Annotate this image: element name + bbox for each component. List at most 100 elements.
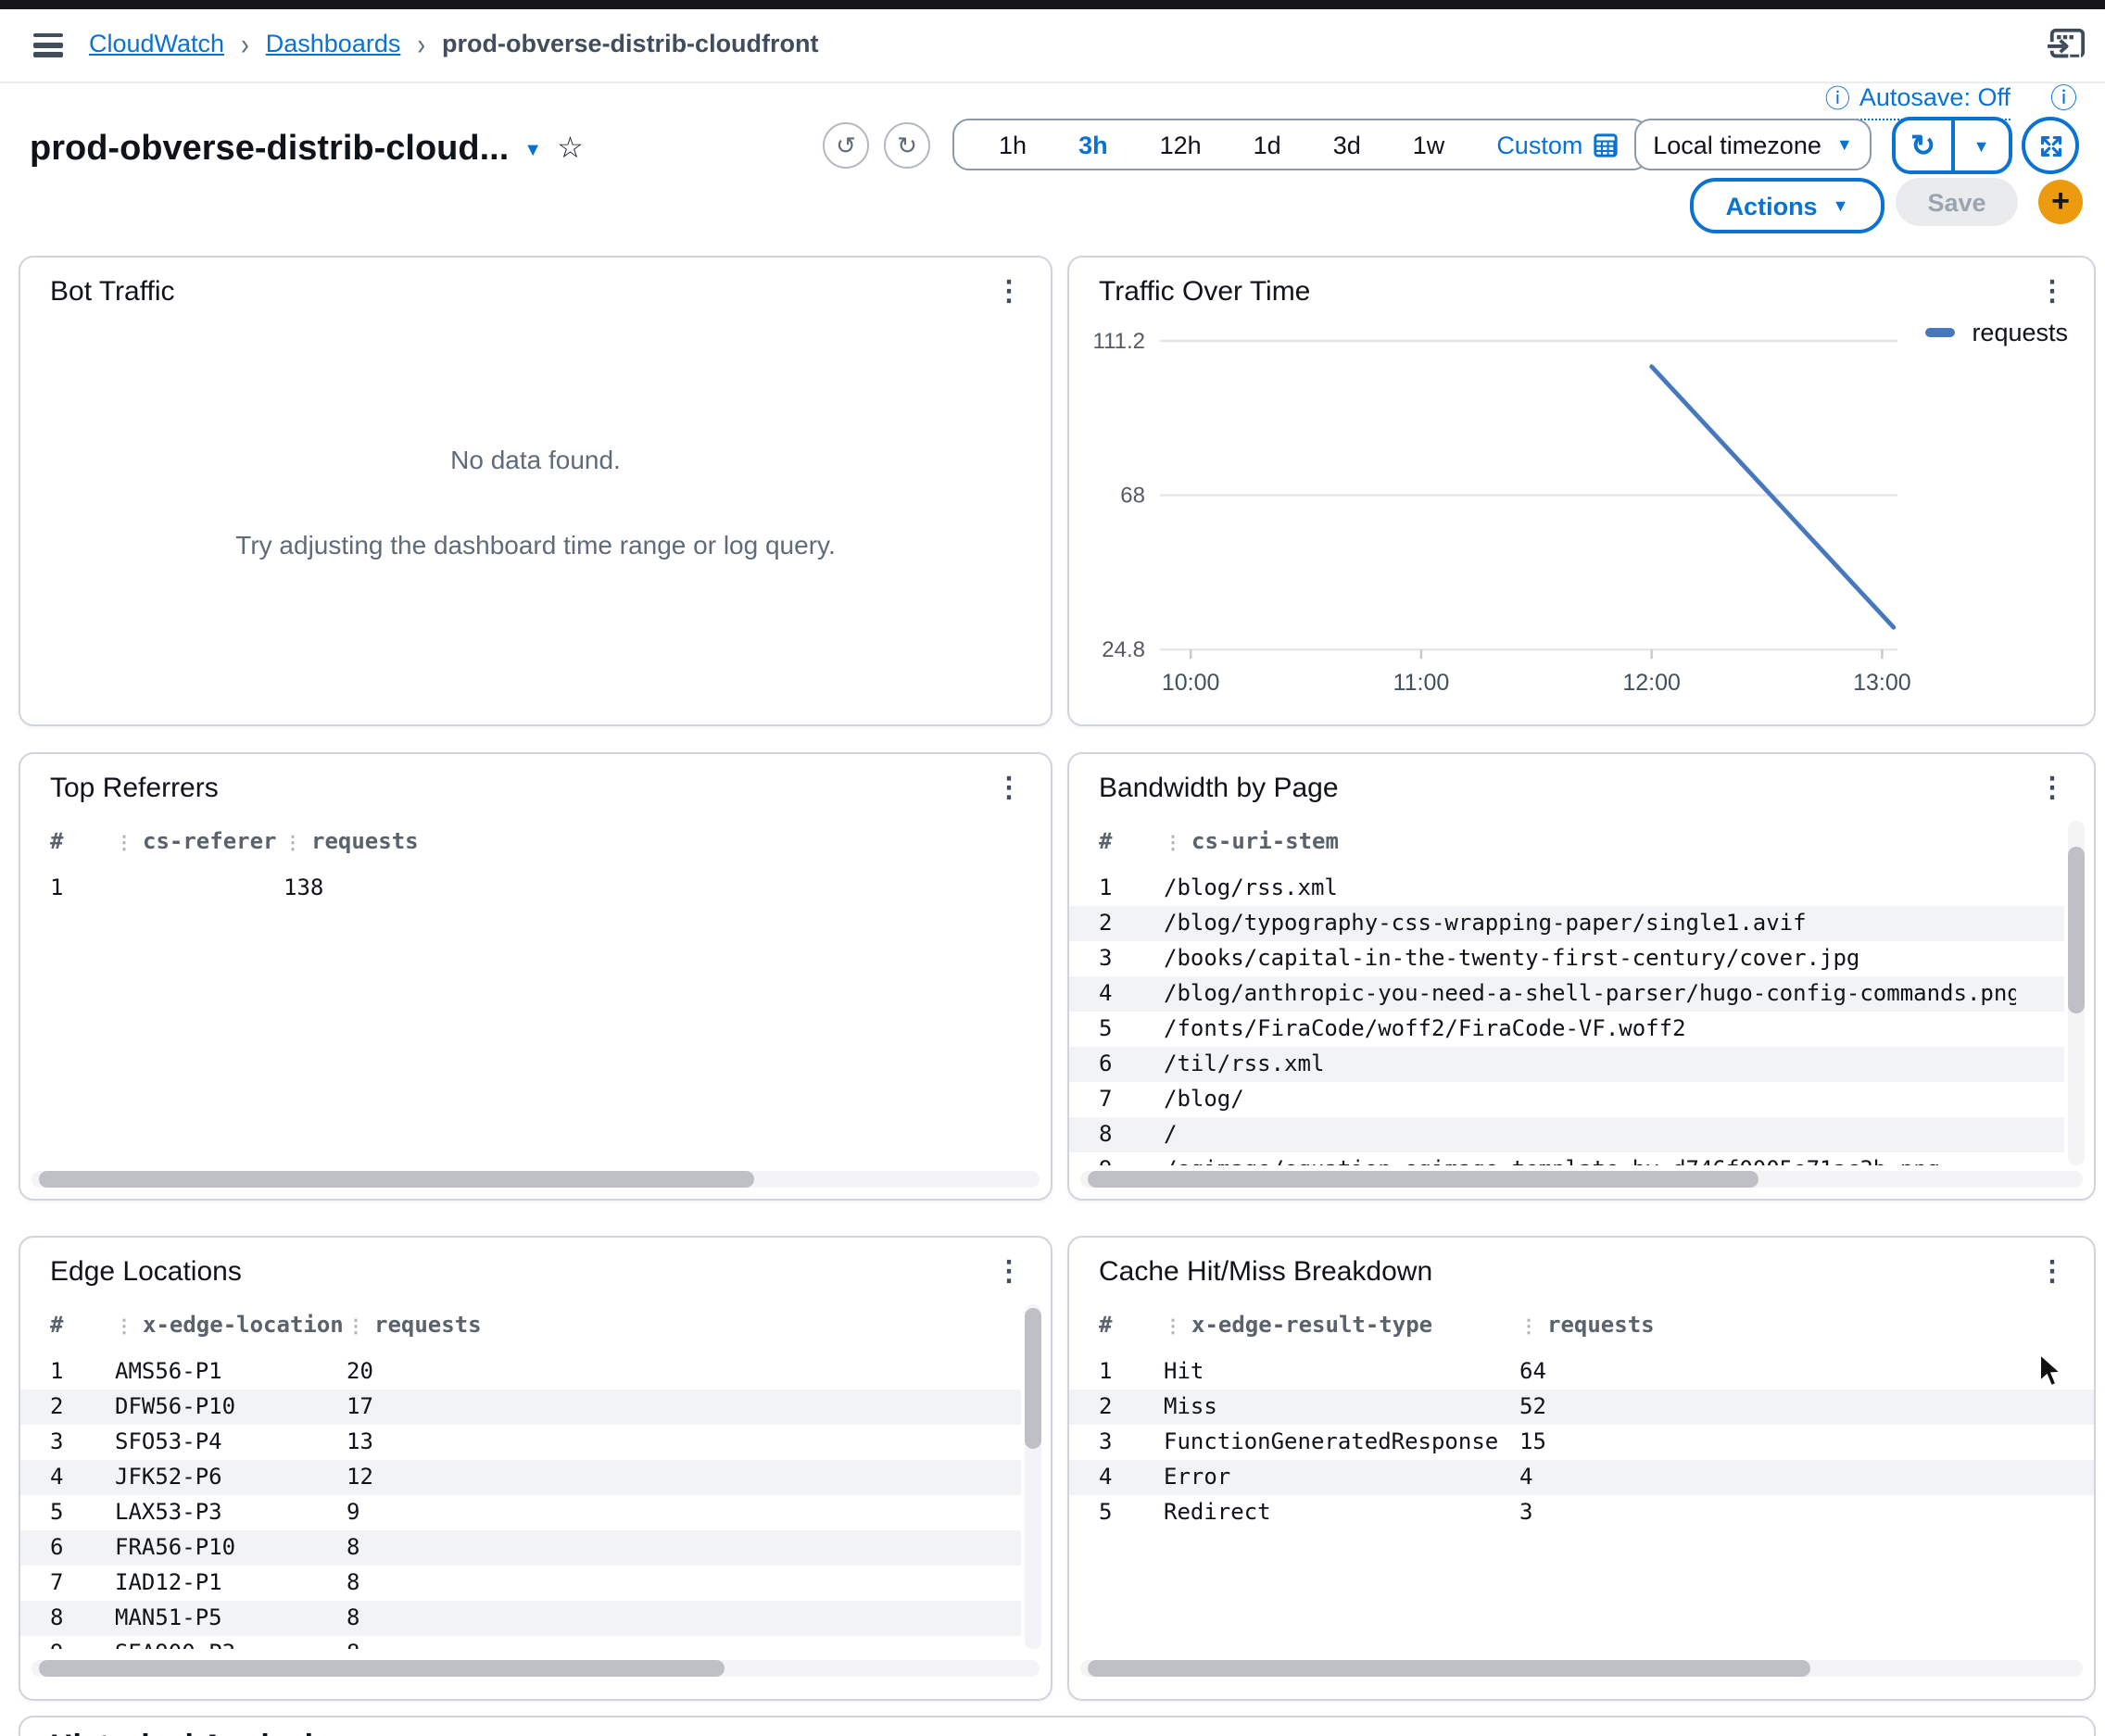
refresh-button[interactable]: ↻ — [1896, 120, 1954, 170]
timezone-label: Local timezone — [1653, 131, 1821, 158]
table-cell: MAN51-P5 — [115, 1601, 347, 1636]
column-header[interactable]: # — [20, 821, 115, 862]
calendar-icon[interactable] — [1594, 132, 1618, 157]
time-range-3h-selected[interactable]: 3h — [1052, 131, 1134, 158]
table-cell: 8 — [347, 1566, 717, 1601]
redo-button[interactable]: ↻ — [884, 122, 930, 169]
table-row: 8MAN51-P58 — [20, 1601, 1021, 1636]
table-cell: 2 — [1069, 906, 1164, 941]
mouse-cursor — [2038, 1352, 2064, 1390]
time-range-3d[interactable]: 3d — [1307, 131, 1387, 158]
scrollbar-thumb[interactable] — [1088, 1171, 1759, 1188]
legend-label: requests — [1972, 319, 2068, 346]
chevron-down-icon: ▼ — [1833, 196, 1849, 215]
undo-button[interactable]: ↺ — [823, 122, 869, 169]
fullscreen-button[interactable] — [2022, 117, 2079, 174]
add-widget-button[interactable]: + — [2038, 180, 2083, 224]
time-range-1h[interactable]: 1h — [973, 131, 1052, 158]
scrollbar-thumb[interactable] — [39, 1660, 725, 1677]
column-header-label: cs-uri-stem — [1191, 828, 1339, 854]
horizontal-scrollbar — [1080, 1171, 2083, 1188]
table-cell: IAD12-P1 — [115, 1566, 347, 1601]
column-header[interactable]: ⋮requests — [1519, 1304, 1890, 1345]
table-row: 9/ogimage/equation-ogimage-template-by-d… — [1069, 1152, 2064, 1165]
svg-text:11:00: 11:00 — [1393, 670, 1450, 696]
favorite-star-icon[interactable]: ☆ — [557, 135, 584, 165]
autosave-toggle[interactable]: ⓘ Autosave: Off — [1825, 78, 2010, 120]
widget-menu-icon[interactable]: ⋮ — [988, 767, 1030, 808]
column-header[interactable]: ⋮ x-edge-location — [115, 1304, 347, 1345]
info-icon: ⓘ — [1825, 78, 1850, 115]
refresh-options-caret[interactable]: ▼ — [1954, 120, 2009, 170]
table-cell: /blog/ — [1164, 1082, 2016, 1117]
table-row: 1AMS56-P120 — [20, 1354, 1021, 1390]
info-icon[interactable]: ⓘ — [2050, 78, 2077, 117]
table-cell: /blog/typography-css-wrapping-paper/sing… — [1164, 906, 2016, 941]
widget-traffic-over-time: Traffic Over Time ⋮ 111.26824.810:0011:0… — [1067, 256, 2096, 726]
table-cell: 4 — [1069, 976, 1164, 1012]
column-header[interactable]: # — [1069, 821, 1164, 862]
column-header[interactable]: # — [1069, 1304, 1164, 1345]
table-cell: 20 — [347, 1354, 717, 1390]
refresh-split-button: ↻ ▼ — [1892, 117, 2012, 174]
column-header[interactable]: ⋮cs-uri-stem — [1164, 821, 2016, 862]
legend-swatch — [1925, 329, 1955, 337]
widget-menu-icon[interactable]: ⋮ — [988, 1251, 1030, 1291]
save-button[interactable]: Save — [1896, 178, 2018, 226]
column-header[interactable]: ⋮requests — [284, 821, 654, 862]
actions-button[interactable]: Actions ▼ — [1690, 178, 1884, 233]
time-range-1d[interactable]: 1d — [1228, 131, 1307, 158]
time-range-12h[interactable]: 12h — [1134, 131, 1228, 158]
svg-text:24.8: 24.8 — [1102, 637, 1145, 662]
table-cell: 6 — [1069, 1047, 1164, 1082]
time-range-1w[interactable]: 1w — [1387, 131, 1471, 158]
column-header[interactable]: ⋮requests — [347, 1304, 717, 1345]
column-header[interactable]: # — [20, 1304, 115, 1345]
breadcrumb-dashboards[interactable]: Dashboards — [266, 30, 401, 57]
log-table: #⋮x-edge-location⋮requests1AMS56-P1202DF… — [20, 1304, 1021, 1649]
widget-menu-icon[interactable]: ⋮ — [2031, 767, 2073, 808]
empty-state-line1: No data found. — [221, 435, 851, 484]
timezone-dropdown[interactable]: Local timezone ▼ — [1634, 119, 1872, 170]
table-row: 9SEA900-P38 — [20, 1636, 1021, 1649]
scrollbar-thumb[interactable] — [1088, 1660, 1809, 1677]
table-cell: / — [1164, 1117, 2016, 1152]
actions-label: Actions — [1726, 192, 1818, 220]
table-cell: 6 — [20, 1530, 115, 1566]
scrollbar-thumb[interactable] — [2068, 847, 2085, 1013]
hamburger-menu-icon[interactable] — [33, 33, 63, 57]
column-separator-icon: ⋮ — [115, 1317, 133, 1338]
table-cell: LAX53-P3 — [115, 1495, 347, 1530]
breadcrumb: CloudWatch › Dashboards › prod-obverse-d… — [89, 30, 819, 57]
column-header[interactable]: ⋮cs-referer — [115, 821, 284, 862]
table-cell: 8 — [347, 1636, 717, 1649]
chart-legend[interactable]: requests — [1925, 319, 2068, 346]
window-top-strip — [0, 0, 2105, 9]
widget-menu-icon[interactable]: ⋮ — [2031, 1730, 2073, 1736]
breadcrumb-cloudwatch[interactable]: CloudWatch — [89, 30, 224, 57]
table-cell: 7 — [20, 1566, 115, 1601]
table-cell: 8 — [1069, 1117, 1164, 1152]
table-row: 2Miss52 — [1069, 1390, 2094, 1425]
scrollbar-thumb[interactable] — [39, 1171, 754, 1188]
vertical-scrollbar — [1025, 1304, 1041, 1649]
widget-menu-icon[interactable]: ⋮ — [988, 270, 1030, 311]
title-dropdown-caret-icon[interactable]: ▼ — [523, 140, 542, 160]
table-cell: 8 — [347, 1530, 717, 1566]
scrollbar-thumb[interactable] — [1025, 1308, 1041, 1449]
widget-bandwidth-by-page: Bandwidth by Page ⋮ #⋮cs-uri-stem1/blog/… — [1067, 752, 2096, 1201]
table-cell: 3 — [20, 1425, 115, 1460]
table-cell: 9 — [1069, 1152, 1164, 1165]
svg-text:111.2: 111.2 — [1093, 329, 1146, 354]
table-cell: 7 — [1069, 1082, 1164, 1117]
top-navbar: CloudWatch › Dashboards › prod-obverse-d… — [0, 9, 2105, 83]
column-header-label: # — [50, 1312, 63, 1338]
column-header-label: x-edge-location — [143, 1312, 344, 1338]
table-cell: 9 — [20, 1636, 115, 1649]
time-range-selector: 1h 3h 12h 1d 3d 1w Custom — [952, 119, 1649, 170]
time-range-custom[interactable]: Custom — [1470, 131, 1594, 158]
cloudshell-terminal-icon[interactable] — [2046, 26, 2088, 65]
widget-menu-icon[interactable]: ⋮ — [2031, 1251, 2073, 1291]
column-header[interactable]: ⋮x-edge-result-type — [1164, 1304, 1519, 1345]
table-row: 5Redirect3 — [1069, 1495, 2094, 1530]
